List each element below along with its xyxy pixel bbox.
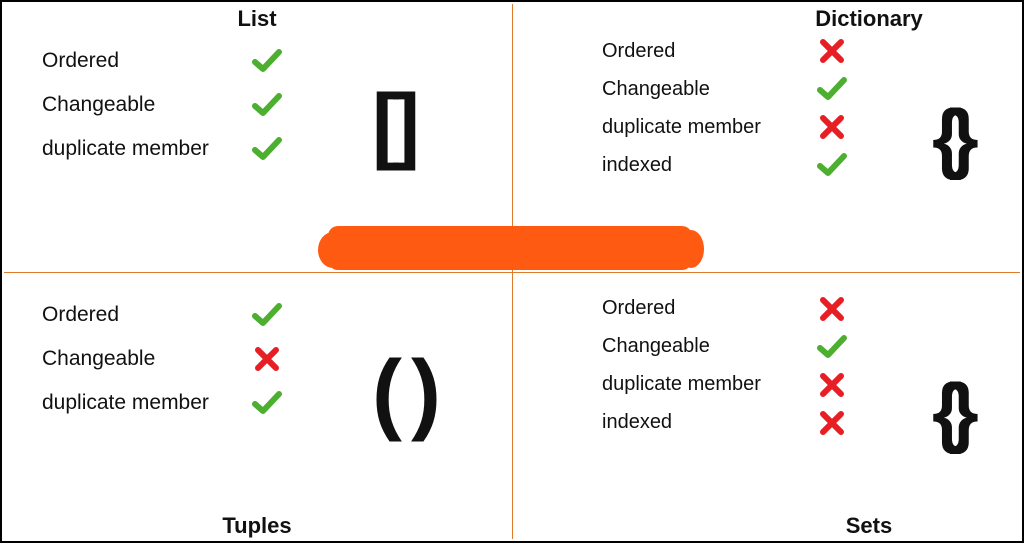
sets-row-ordered: Ordered [602, 296, 847, 322]
check-icon [817, 76, 847, 102]
sets-row-duplicate: duplicate member [602, 372, 847, 398]
label: Changeable [42, 347, 252, 371]
label: duplicate member [602, 116, 817, 139]
list-row-changeable: Changeable [42, 92, 282, 118]
list-row-duplicate: duplicate member [42, 136, 282, 162]
label: duplicate member [42, 391, 252, 415]
title-sets: Sets [716, 513, 1022, 539]
brace-glyph: {} [932, 372, 965, 450]
check-icon [817, 152, 847, 178]
cross-icon [817, 114, 847, 140]
label: Ordered [42, 303, 252, 327]
cross-icon [817, 38, 847, 64]
cross-icon [817, 410, 847, 436]
label: Changeable [602, 335, 817, 358]
check-icon [252, 302, 282, 328]
tuples-row-duplicate: duplicate member [42, 390, 282, 416]
check-icon [252, 136, 282, 162]
label: Ordered [602, 40, 817, 63]
label: indexed [602, 154, 817, 177]
rows-dictionary: Ordered Changeable duplicate member inde… [602, 38, 847, 178]
cross-icon [252, 346, 282, 372]
dict-row-ordered: Ordered [602, 38, 847, 64]
label: duplicate member [42, 137, 252, 161]
quadrant-grid: List Ordered Changeable duplicate member… [2, 2, 1022, 541]
sets-row-changeable: Changeable [602, 334, 847, 360]
cross-icon [817, 296, 847, 322]
bracket-glyph: [] [372, 82, 412, 166]
check-icon [817, 334, 847, 360]
brace-glyph: {} [932, 98, 965, 176]
title-dictionary: Dictionary [716, 6, 1022, 32]
dict-row-duplicate: duplicate member [602, 114, 847, 140]
sets-row-indexed: indexed [602, 410, 847, 436]
label: Changeable [42, 93, 252, 117]
title-list: List [2, 6, 512, 32]
rows-tuples: Ordered Changeable duplicate member [42, 302, 282, 416]
check-icon [252, 390, 282, 416]
tuples-row-changeable: Changeable [42, 346, 282, 372]
label: Ordered [42, 49, 252, 73]
quadrant-tuples: Ordered Changeable duplicate member ( ) … [2, 272, 512, 542]
check-icon [252, 48, 282, 74]
dict-row-indexed: indexed [602, 152, 847, 178]
list-row-ordered: Ordered [42, 48, 282, 74]
paren-glyph: ( ) [372, 348, 433, 438]
label: indexed [602, 411, 817, 434]
label: Changeable [602, 78, 817, 101]
label: duplicate member [602, 373, 817, 396]
rows-list: Ordered Changeable duplicate member [42, 48, 282, 162]
diagram-frame: List Ordered Changeable duplicate member… [0, 0, 1024, 543]
cross-icon [817, 372, 847, 398]
label: Ordered [602, 297, 817, 320]
quadrant-sets: Ordered Changeable duplicate member inde… [512, 272, 1022, 542]
check-icon [252, 92, 282, 118]
tuples-row-ordered: Ordered [42, 302, 282, 328]
rows-sets: Ordered Changeable duplicate member inde… [602, 296, 847, 436]
title-tuples: Tuples [2, 513, 512, 539]
redaction-blob [328, 226, 692, 270]
dict-row-changeable: Changeable [602, 76, 847, 102]
